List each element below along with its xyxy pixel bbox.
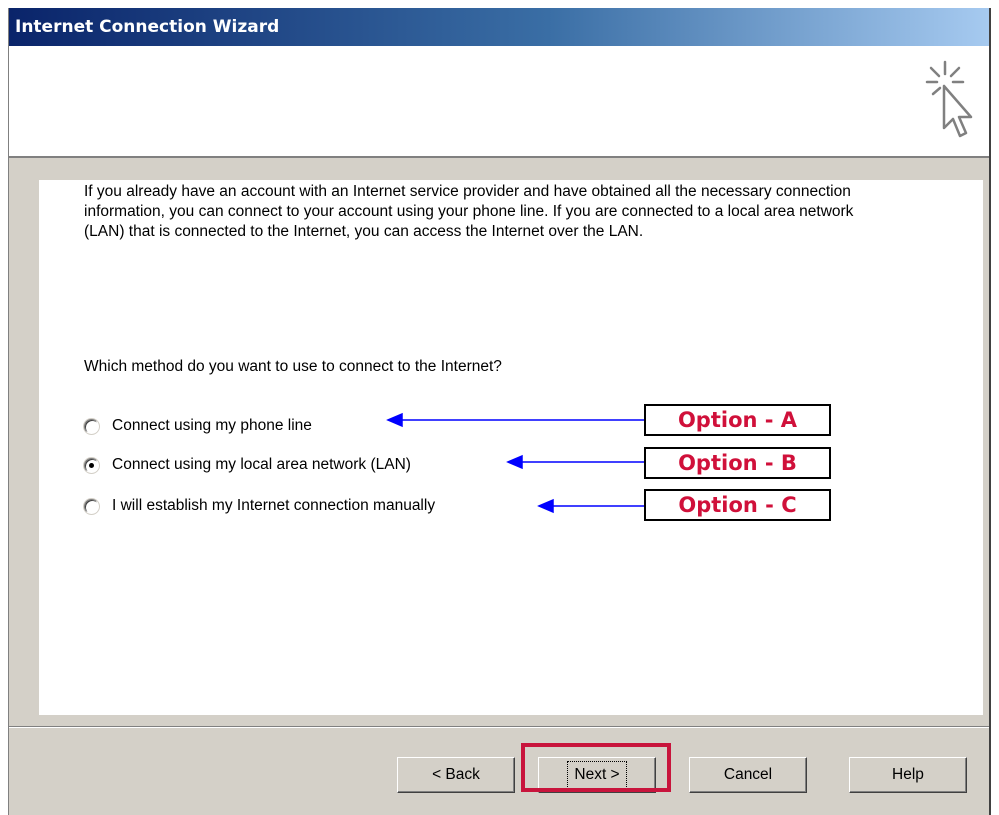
footer-divider <box>9 726 989 728</box>
option-label: Connect using my phone line <box>112 417 312 434</box>
option-phone-line[interactable]: Connect using my phone line <box>84 416 312 436</box>
help-button[interactable]: Help <box>849 757 967 793</box>
title-bar: Internet Connection Wizard <box>9 8 989 46</box>
wizard-content: If you already have an account with an I… <box>39 180 983 715</box>
radio-manual[interactable] <box>84 498 99 514</box>
option-manual[interactable]: I will establish my Internet connection … <box>84 496 435 516</box>
window-title: Internet Connection Wizard <box>15 17 280 37</box>
radio-lan[interactable] <box>84 457 99 473</box>
option-lan[interactable]: Connect using my local area network (LAN… <box>84 455 411 475</box>
wizard-cursor-icon <box>925 60 973 138</box>
option-label: Connect using my local area network (LAN… <box>112 456 411 473</box>
question-label: Which method do you want to use to conne… <box>84 358 502 375</box>
cancel-button-label: Cancel <box>723 766 773 783</box>
annotation-option-a: Option - A <box>644 404 831 436</box>
help-button-label: Help <box>892 766 924 783</box>
next-button[interactable]: Next > <box>538 757 656 793</box>
radio-phone-line[interactable] <box>84 418 99 434</box>
next-button-label: Next > <box>567 761 627 789</box>
back-button-label: < Back <box>432 766 480 783</box>
annotation-option-c: Option - C <box>644 489 831 521</box>
wizard-window: Internet Connection Wizard If you alread… <box>8 8 991 815</box>
cancel-button[interactable]: Cancel <box>689 757 807 793</box>
intro-text: If you already have an account with an I… <box>84 183 854 240</box>
option-label: I will establish my Internet connection … <box>112 497 436 514</box>
annotation-option-b: Option - B <box>644 447 831 479</box>
back-button[interactable]: < Back <box>397 757 515 793</box>
wizard-header <box>9 46 989 158</box>
